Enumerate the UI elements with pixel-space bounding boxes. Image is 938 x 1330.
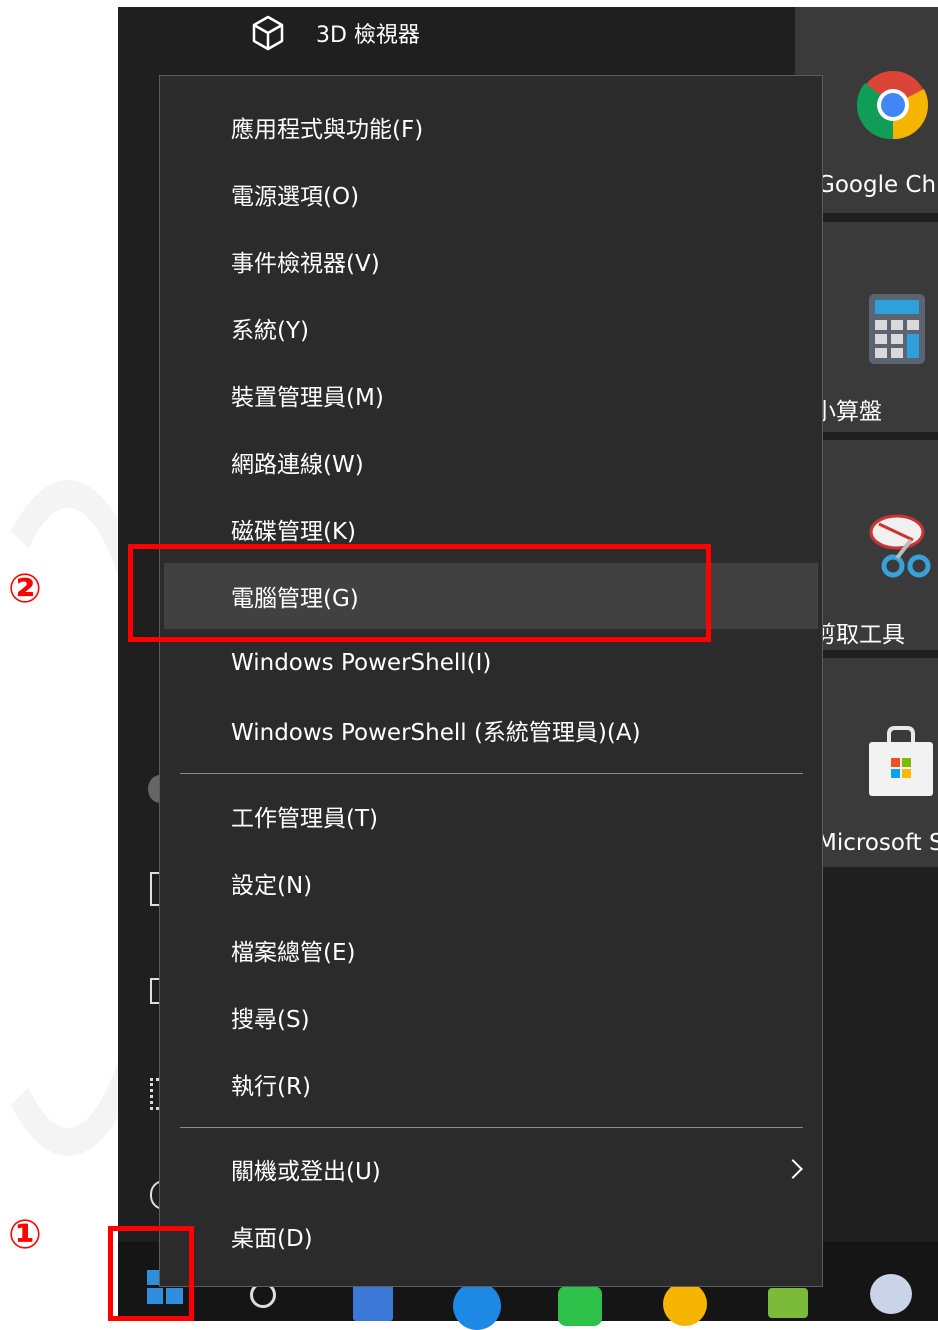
chrome-taskbar-icon[interactable] [663, 1282, 707, 1326]
store-icon [869, 726, 933, 796]
menu-item-network-connections[interactable]: 網路連線(W) [164, 429, 818, 495]
menu-item-file-explorer[interactable]: 檔案總管(E) [164, 917, 818, 983]
cube-icon [252, 15, 284, 51]
app-list-item-3d-viewer[interactable]: 3D 檢視器 [248, 10, 420, 56]
calculator-icon [869, 294, 925, 364]
menu-item-apps-features[interactable]: 應用程式與功能(F) [164, 94, 818, 160]
tile-label: Google Chr [817, 172, 938, 198]
step1-label: ① [8, 1212, 42, 1258]
step2-label: ② [8, 566, 42, 612]
snipping-tool-icon [869, 514, 931, 578]
highlight-box-step2 [128, 544, 711, 642]
chrome-icon [857, 71, 929, 140]
app-taskbar-icon[interactable] [768, 1288, 808, 1318]
chevron-right-icon [783, 1159, 803, 1179]
menu-item-power-options[interactable]: 電源選項(O) [164, 161, 818, 227]
menu-separator [180, 1127, 803, 1128]
tile-label: 剪取工具 [813, 622, 905, 648]
menu-item-task-manager[interactable]: 工作管理員(T) [164, 783, 818, 849]
menu-item-event-viewer[interactable]: 事件檢視器(V) [164, 228, 818, 294]
menu-item-search[interactable]: 搜尋(S) [164, 984, 818, 1050]
highlight-box-step1 [108, 1226, 194, 1321]
menu-item-run[interactable]: 執行(R) [164, 1051, 818, 1117]
tile-label: Microsoft S [817, 830, 938, 856]
menu-item-label: 關機或登出(U) [231, 1159, 381, 1185]
menu-item-shutdown-signout[interactable]: 關機或登出(U) [164, 1136, 818, 1202]
line-taskbar-icon[interactable] [558, 1286, 602, 1326]
paint-taskbar-icon[interactable] [870, 1274, 912, 1314]
menu-item-powershell-admin[interactable]: Windows PowerShell (系統管理員)(A) [164, 697, 818, 763]
tile-label: 小算盤 [813, 399, 882, 425]
winx-context-menu: 應用程式與功能(F) 電源選項(O) 事件檢視器(V) 系統(Y) 裝置管理員(… [159, 75, 823, 1287]
menu-item-settings[interactable]: 設定(N) [164, 850, 818, 916]
app-label: 3D 檢視器 [316, 23, 420, 48]
menu-separator [180, 773, 803, 774]
menu-item-device-manager[interactable]: 裝置管理員(M) [164, 362, 818, 428]
file-explorer-taskbar-icon[interactable] [353, 1284, 393, 1321]
edge-taskbar-icon[interactable] [453, 1282, 501, 1330]
menu-item-desktop[interactable]: 桌面(D) [164, 1203, 818, 1269]
menu-item-system[interactable]: 系統(Y) [164, 295, 818, 361]
